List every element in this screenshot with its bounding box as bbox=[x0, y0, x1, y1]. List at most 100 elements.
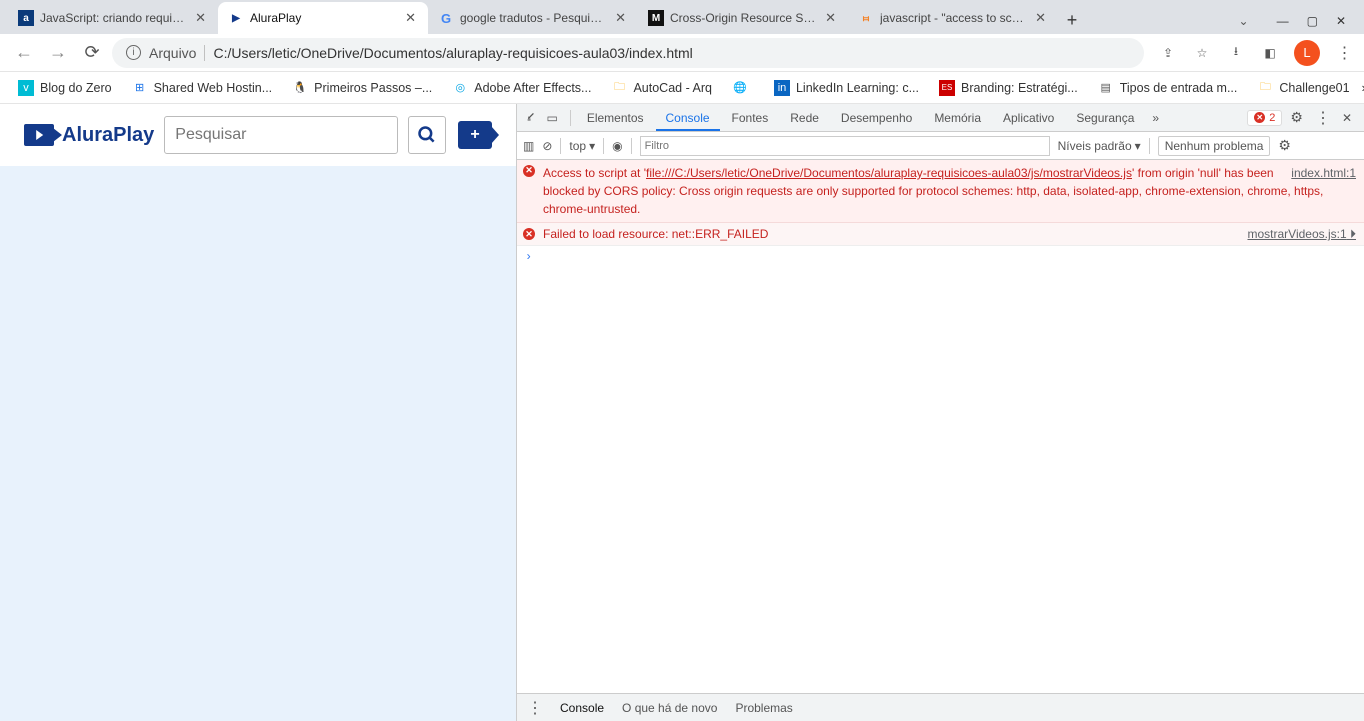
tab-1[interactable]: a JavaScript: criando requisições ✕ bbox=[8, 2, 218, 34]
favicon: ▶ bbox=[228, 10, 244, 26]
page-header: AluraPlay + bbox=[0, 104, 516, 166]
bookmark-label: Adobe After Effects... bbox=[474, 81, 591, 95]
divider bbox=[204, 45, 205, 61]
console-filter-input[interactable] bbox=[640, 136, 1050, 156]
minimize-button[interactable]: — bbox=[1277, 14, 1289, 28]
bookmark-item[interactable]: ⊞Shared Web Hostin... bbox=[124, 76, 281, 100]
bookmark-item[interactable]: ESBranding: Estratégi... bbox=[931, 76, 1086, 100]
console-prompt[interactable]: › bbox=[517, 246, 1364, 268]
devtools-tab-memory[interactable]: Memória bbox=[924, 105, 991, 131]
close-window-button[interactable]: ✕ bbox=[1336, 14, 1346, 28]
bookmark-label: Blog do Zero bbox=[40, 81, 112, 95]
star-icon[interactable]: ☆ bbox=[1192, 46, 1212, 60]
bookmark-item[interactable]: 🐧Primeiros Passos –... bbox=[284, 76, 440, 100]
clear-console-icon[interactable]: ⊘ bbox=[542, 139, 552, 153]
devtools-tab-application[interactable]: Aplicativo bbox=[993, 105, 1064, 131]
favicon: ⧦ bbox=[858, 10, 874, 26]
page-viewport: AluraPlay + bbox=[0, 104, 516, 721]
omnibox[interactable]: i Arquivo C:/Users/letic/OneDrive/Docume… bbox=[112, 38, 1144, 68]
bookmark-icon: ⊞ bbox=[132, 80, 148, 96]
console-error-message[interactable]: ✕ index.html:1 Access to script at 'file… bbox=[517, 160, 1364, 223]
tab-title: javascript - "access to script bbox=[880, 11, 1027, 25]
favicon: a bbox=[18, 10, 34, 26]
devtools-tab-elements[interactable]: Elementos bbox=[577, 105, 654, 131]
bookmark-item[interactable]: 🗀Challenge01 bbox=[1249, 76, 1357, 100]
devtools-tab-security[interactable]: Segurança bbox=[1066, 105, 1144, 131]
devtools-close-icon[interactable]: ✕ bbox=[1336, 111, 1358, 125]
bookmark-item[interactable]: vBlog do Zero bbox=[10, 76, 120, 100]
sidebar-toggle-icon[interactable]: ▥ bbox=[523, 139, 534, 153]
devtools-tab-sources[interactable]: Fontes bbox=[722, 105, 779, 131]
devtools-tab-console[interactable]: Console bbox=[656, 105, 720, 131]
source-link[interactable]: index.html:1 bbox=[1291, 164, 1356, 182]
more-tabs-icon[interactable]: » bbox=[1146, 111, 1165, 125]
error-icon: ✕ bbox=[1254, 112, 1265, 123]
tab-3[interactable]: G google tradutos - Pesquisa G ✕ bbox=[428, 2, 638, 34]
site-info-icon[interactable]: i bbox=[126, 45, 141, 60]
bookmark-label: Primeiros Passos –... bbox=[314, 81, 432, 95]
chevron-down-icon[interactable]: ⌄ bbox=[1239, 14, 1249, 28]
folder-icon: 🗀 bbox=[611, 80, 627, 96]
close-tab-icon[interactable]: ✕ bbox=[823, 10, 838, 26]
browser-titlebar: a JavaScript: criando requisições ✕ ▶ Al… bbox=[0, 0, 1364, 34]
bookmark-item[interactable]: ◎Adobe After Effects... bbox=[444, 76, 599, 100]
close-tab-icon[interactable]: ✕ bbox=[613, 10, 628, 26]
devtools-panel: ⭹ ▭ Elementos Console Fontes Rede Desemp… bbox=[516, 104, 1364, 721]
drawer-tab-whatsnew[interactable]: O que há de novo bbox=[622, 701, 717, 715]
search-box bbox=[164, 116, 398, 154]
forward-button[interactable]: → bbox=[44, 39, 72, 67]
drawer-tab-console[interactable]: Console bbox=[560, 701, 604, 715]
msg-text: Failed to load resource: net::ERR_FAILED bbox=[543, 227, 768, 241]
downloads-icon[interactable]: ⭳ bbox=[1226, 42, 1246, 63]
add-video-button[interactable]: + bbox=[458, 121, 492, 149]
window-controls: ⌄ — ▢ ✕ bbox=[1209, 14, 1364, 34]
bookmark-item[interactable]: ▤Tipos de entrada m... bbox=[1090, 76, 1246, 100]
close-tab-icon[interactable]: ✕ bbox=[1033, 10, 1048, 26]
device-icon[interactable]: ▭ bbox=[540, 111, 563, 125]
menu-icon[interactable]: ⋮ bbox=[1334, 43, 1354, 63]
share-icon[interactable]: ⇪ bbox=[1158, 46, 1178, 60]
bookmark-item[interactable]: 🌐 bbox=[724, 76, 762, 100]
search-input[interactable] bbox=[165, 126, 397, 144]
log-level-selector[interactable]: Níveis padrão ▾ bbox=[1058, 139, 1141, 153]
bookmark-item[interactable]: 🗀 AutoCad - Arq bbox=[603, 76, 720, 100]
error-count: 2 bbox=[1269, 112, 1275, 124]
settings-icon[interactable]: ⚙ bbox=[1284, 109, 1309, 126]
console-settings-icon[interactable]: ⚙ bbox=[1278, 137, 1291, 154]
reload-button[interactable]: ⟳ bbox=[78, 39, 106, 67]
new-tab-button[interactable]: + bbox=[1058, 6, 1086, 34]
bookmark-label: LinkedIn Learning: c... bbox=[796, 81, 919, 95]
back-button[interactable]: ← bbox=[10, 39, 38, 67]
content-area: AluraPlay + ⭹ ▭ Elementos Console Fontes… bbox=[0, 104, 1364, 721]
bookmark-item[interactable]: inLinkedIn Learning: c... bbox=[766, 76, 927, 100]
bookmark-label: AutoCad - Arq bbox=[633, 81, 712, 95]
address-bar: ← → ⟳ i Arquivo C:/Users/letic/OneDrive/… bbox=[0, 34, 1364, 72]
no-problems-badge[interactable]: Nenhum problema bbox=[1158, 136, 1271, 156]
search-button[interactable] bbox=[408, 116, 446, 154]
close-tab-icon[interactable]: ✕ bbox=[403, 10, 418, 26]
close-tab-icon[interactable]: ✕ bbox=[193, 10, 208, 26]
console-error-message[interactable]: ✕ mostrarVideos.js:1 ⏵ Failed to load re… bbox=[517, 223, 1364, 246]
tab-title: google tradutos - Pesquisa G bbox=[460, 11, 607, 25]
tab-4[interactable]: M Cross-Origin Resource Sharin ✕ bbox=[638, 2, 848, 34]
search-icon bbox=[417, 125, 437, 145]
tab-5[interactable]: ⧦ javascript - "access to script ✕ bbox=[848, 2, 1058, 34]
msg-file-link[interactable]: file:///C:/Users/letic/OneDrive/Document… bbox=[646, 166, 1132, 180]
devtools-menu-icon[interactable]: ⋮ bbox=[1311, 108, 1334, 128]
profile-avatar[interactable]: L bbox=[1294, 40, 1320, 66]
drawer-tab-problems[interactable]: Problemas bbox=[735, 701, 792, 715]
error-count-badge[interactable]: ✕2 bbox=[1247, 110, 1282, 126]
tab-title: JavaScript: criando requisições bbox=[40, 11, 187, 25]
source-link[interactable]: mostrarVideos.js:1 ⏵ bbox=[1247, 227, 1356, 242]
context-selector[interactable]: top ▾ bbox=[569, 139, 595, 153]
maximize-button[interactable]: ▢ bbox=[1307, 14, 1318, 28]
devtools-tab-performance[interactable]: Desempenho bbox=[831, 105, 922, 131]
favicon: M bbox=[648, 10, 664, 26]
eye-icon[interactable]: ◉ bbox=[612, 139, 622, 153]
devtools-tab-network[interactable]: Rede bbox=[780, 105, 829, 131]
inspect-icon[interactable]: ⭹ bbox=[523, 107, 538, 128]
tab-2[interactable]: ▶ AluraPlay ✕ bbox=[218, 2, 428, 34]
sidepanel-icon[interactable]: ◧ bbox=[1260, 46, 1280, 60]
drawer-menu-icon[interactable]: ⋮ bbox=[527, 698, 542, 718]
logo[interactable]: AluraPlay bbox=[24, 124, 154, 147]
